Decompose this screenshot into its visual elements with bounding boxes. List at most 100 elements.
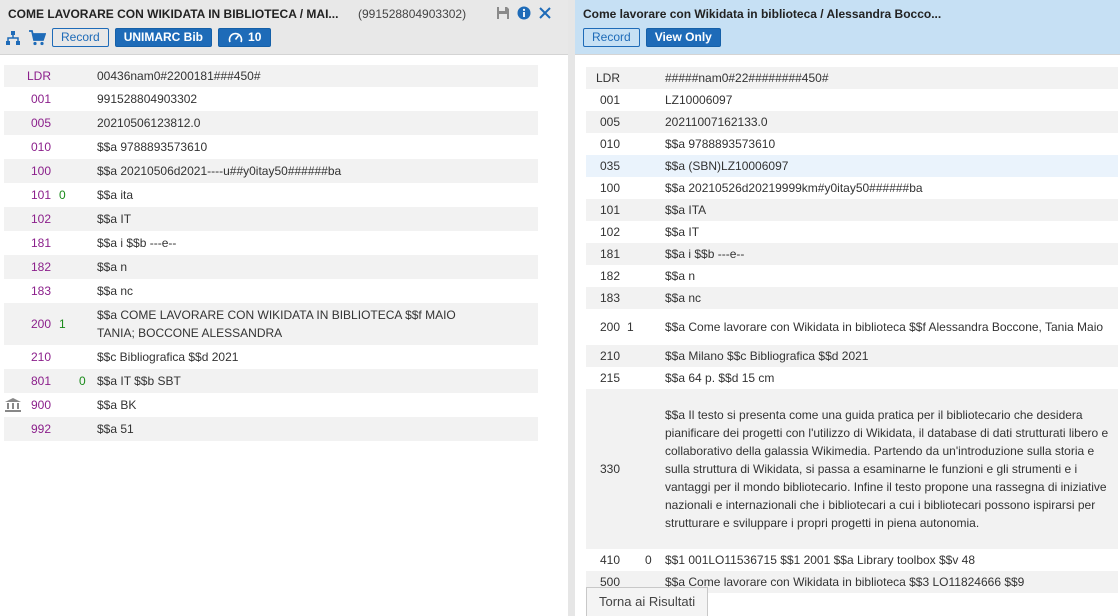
field-tag-code: 182 [31,260,52,274]
field-row-101[interactable]: 101 0 $$a ita [4,183,538,207]
field-tag-code: 100 [600,181,621,195]
save-icon[interactable] [495,5,511,21]
field-row-182[interactable]: 182 $$a n [4,255,538,279]
field-tag: 210 [4,348,97,366]
right-record-pane: Come lavorare con Wikidata in biblioteca… [575,0,1120,616]
field-row-005[interactable]: 005 20211007162133.0 [586,111,1118,133]
field-row-100[interactable]: 100 $$a 20210506d2021----u##y0itay50#####… [4,159,538,183]
field-row-ldr[interactable]: LDR #####nam0#22########450# [586,67,1118,89]
close-icon[interactable] [537,5,553,21]
field-content: $$a Milano $$c Bibliografica $$d 2021 [665,349,869,363]
gauge-button[interactable]: 10 [218,28,272,47]
field-row-183[interactable]: 183 $$a nc [586,287,1118,309]
field-tag: 182 [586,267,665,285]
field-row-001[interactable]: 001 991528804903302 [4,87,538,111]
field-tag-code: 210 [600,349,621,363]
field-row-101[interactable]: 101 $$a ITA [586,199,1118,221]
field-row-010[interactable]: 010 $$a 9788893573610 [586,133,1118,155]
field-row-ldr[interactable]: LDR 00436nam0#2200181###450# [4,65,538,87]
field-content: $$a Come lavorare con Wikidata in biblio… [665,320,1104,334]
right-pane-header: Come lavorare con Wikidata in biblioteca… [575,0,1120,55]
field-tag: LDR [586,69,665,87]
field-content: $$a 51 [97,422,134,436]
field-tag: 182 [4,258,97,276]
cart-icon[interactable] [28,29,46,47]
field-tag-code: 001 [600,93,621,107]
field-row-200[interactable]: 200 1 $$a COME LAVORARE CON WIKIDATA IN BI… [4,303,538,345]
field-tag-code: 100 [31,164,52,178]
field-row-181[interactable]: 181 $$a i $$b ---e-- [4,231,538,255]
field-tag-code: 005 [600,115,621,129]
record-button[interactable]: Record [583,28,640,47]
left-mms-id: (991528804903302) [358,7,467,21]
field-row-010[interactable]: 010 $$a 9788893573610 [4,135,538,159]
back-to-results-button[interactable]: Torna ai Risultati [586,587,709,616]
field-tag: 001 [4,90,97,108]
field-tag-code: 005 [31,116,52,130]
field-tag-code: 200 [600,320,621,334]
field-tag: 005 [586,113,665,131]
field-row-801[interactable]: 801 0 $$a IT $$b SBT [4,369,538,393]
field-content: $$1 001LO11536715 $$1 2001 $$a Library t… [665,553,976,567]
field-tag: 101 [586,201,665,219]
field-tag-code: 900 [31,398,52,412]
field-content: $$a BK [97,398,137,412]
field-content: 20211007162133.0 [665,115,768,129]
field-tag-code: 215 [600,371,621,385]
field-tag-code: LDR [596,71,621,85]
field-content: $$a Come lavorare con Wikidata in biblio… [665,575,1025,589]
field-row-035[interactable]: 035 $$a (SBN)LZ10006097 [586,155,1118,177]
field-content: $$a 20210526d20219999km#y0itay50######ba [665,181,923,195]
field-tag: 102 [586,223,665,241]
format-badge[interactable]: UNIMARC Bib [114,28,213,47]
left-record-fields: LDR 00436nam0#2200181###450# 001 9915288049… [4,65,538,441]
field-tag: 183 [586,289,665,307]
field-indicator-2: 0 [645,553,652,567]
field-row-210[interactable]: 210 $$a Milano $$c Bibliografica $$d 2021 [586,345,1118,367]
field-content: $$a Il testo si presenta come una guida … [665,408,1112,530]
field-tag: 101 0 [4,186,97,204]
record-button[interactable]: Record [52,28,109,47]
field-content: $$a 20210506d2021----u##y0itay50######ba [97,164,342,178]
field-tag-code: 010 [600,137,621,151]
field-content: $$a i $$b ---e-- [97,236,177,250]
field-row-005[interactable]: 005 20210506123812.0 [4,111,538,135]
field-row-182[interactable]: 182 $$a n [586,265,1118,287]
field-indicator-1: 0 [59,188,66,202]
field-row-200[interactable]: 200 1 $$a Come lavorare con Wikidata in bi… [586,309,1118,345]
field-content: #####nam0#22########450# [665,71,829,85]
left-record-pane: COME LAVORARE CON WIKIDATA IN BIBLIOTECA… [0,0,568,616]
field-tag: 010 [586,135,665,153]
field-tag: 010 [4,138,97,156]
field-row-181[interactable]: 181 $$a i $$b ---e-- [586,243,1118,265]
field-tag-code: 001 [31,92,52,106]
field-row-210[interactable]: 210 $$c Bibliografica $$d 2021 [4,345,538,369]
field-tag: 005 [4,114,97,132]
info-icon[interactable] [516,5,532,21]
field-row-900[interactable]: 900 $$a BK [4,393,538,417]
field-row-330[interactable]: 330 $$a Il testo si presenta come una gui… [586,389,1118,549]
field-row-102[interactable]: 102 $$a IT [4,207,538,231]
field-row-001[interactable]: 001 LZ10006097 [586,89,1118,111]
field-tag-code: 010 [31,140,52,154]
field-tag-code: 210 [31,350,52,364]
field-tag: LDR [4,67,97,85]
field-row-100[interactable]: 100 $$a 20210526d20219999km#y0itay50#####… [586,177,1118,199]
pane-divider[interactable] [568,0,575,616]
field-tag-code: 035 [600,159,621,173]
field-tag: 330 [586,460,665,478]
field-tag: 181 [4,234,97,252]
right-record-title: Come lavorare con Wikidata in biblioteca… [583,7,942,21]
field-content: $$a nc [665,291,702,305]
gauge-icon [228,31,243,45]
field-row-215[interactable]: 215 $$a 64 p. $$d 15 cm [586,367,1118,389]
field-content: LZ10006097 [665,93,733,107]
field-row-992[interactable]: 992 $$a 51 [4,417,538,441]
field-indicator-2: 0 [79,374,86,388]
field-tag: 100 [586,179,665,197]
field-tag-code: 181 [600,247,621,261]
field-row-102[interactable]: 102 $$a IT [586,221,1118,243]
field-row-183[interactable]: 183 $$a nc [4,279,538,303]
hierarchy-icon[interactable] [4,29,22,47]
field-row-410[interactable]: 410 0 $$1 001LO11536715 $$1 2001 $$a Libra… [586,549,1118,571]
